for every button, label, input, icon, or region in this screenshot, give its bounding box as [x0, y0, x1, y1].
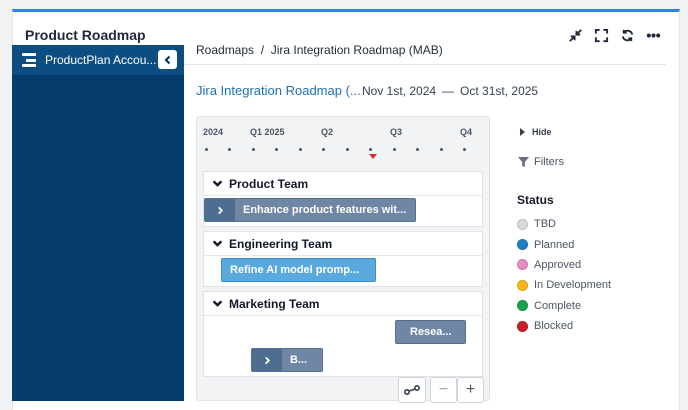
lane-header[interactable]: Marketing Team — [204, 292, 482, 316]
roadmap-bar[interactable]: Refine AI model promp... — [221, 258, 376, 282]
status-swatch — [517, 259, 528, 271]
lane-name: Engineering Team — [229, 236, 333, 251]
roadmap-bar[interactable]: Resea... — [395, 320, 466, 344]
lane-header[interactable]: Product Team — [204, 172, 482, 196]
refresh-icon[interactable] — [619, 27, 635, 43]
hide-legend-toggle[interactable]: Hide — [520, 127, 552, 137]
today-marker — [369, 154, 377, 159]
month-dot — [228, 148, 231, 151]
roadmap-date-range: Nov 1st, 2024 — Oct 31st, 2025 — [362, 84, 538, 98]
more-icon[interactable] — [645, 27, 661, 43]
month-dot — [369, 148, 372, 151]
status-legend-title: Status — [517, 193, 554, 207]
bar-label: Enhance product features wit... — [243, 204, 407, 216]
date-separator: — — [442, 84, 455, 98]
lane-name: Product Team — [229, 176, 309, 191]
month-dot — [463, 148, 466, 151]
chevron-left-icon — [163, 55, 170, 64]
legend-item-complete: Complete — [517, 296, 611, 316]
collapse-sidebar-button[interactable] — [158, 50, 177, 69]
caret-right-icon — [520, 128, 525, 136]
fullscreen-icon[interactable] — [593, 27, 609, 43]
legend-label: Complete — [534, 299, 582, 312]
legend-item-approved: Approved — [517, 255, 611, 275]
status-swatch — [517, 218, 528, 230]
legend-item-blocked: Blocked — [517, 316, 611, 336]
timeline-tick: Q3 — [390, 127, 403, 137]
zoom-in-button[interactable]: + — [457, 377, 484, 403]
status-swatch — [517, 300, 528, 312]
timeline-panel: 2024 Q1 2025 Q2 Q3 Q4 Product Team Enhan… — [196, 116, 490, 401]
widget-title: Product Roadmap — [25, 27, 146, 43]
chevron-right-icon — [217, 206, 223, 214]
month-dot — [275, 148, 278, 151]
bar-label: B... — [290, 354, 308, 366]
legend-label: TBD — [534, 218, 556, 231]
roadmap-bar[interactable]: Enhance product features wit... — [204, 198, 416, 222]
month-dot — [299, 148, 302, 151]
legend-item-planned: Planned — [517, 234, 611, 254]
legend-item-tbd: TBD — [517, 214, 611, 234]
status-swatch — [517, 320, 528, 332]
account-label: ProductPlan Accou... — [45, 53, 157, 67]
timeline-tick: 2024 — [203, 127, 224, 137]
productplan-logo-icon — [22, 53, 38, 67]
roadmap-title-link[interactable]: Jira Integration Roadmap (... — [196, 83, 361, 98]
bar-label: Refine AI model promp... — [230, 264, 360, 276]
bar-label: Resea... — [410, 326, 452, 338]
status-swatch — [517, 279, 528, 291]
chevron-down-icon — [212, 300, 223, 307]
sidebar: ProductPlan Accou... — [12, 45, 184, 401]
fit-timeline-icon — [403, 384, 421, 396]
roadmap-bar[interactable]: B... — [251, 348, 323, 372]
widget-toolbar — [567, 27, 661, 43]
timeline-tick: Q4 — [460, 127, 473, 137]
breadcrumb[interactable]: Roadmaps / Jira Integration Roadmap (MAB… — [196, 43, 443, 57]
month-dot — [252, 148, 255, 151]
expand-bar-button[interactable] — [205, 199, 235, 221]
chevron-down-icon — [212, 180, 223, 187]
filters-label: Filters — [534, 156, 564, 168]
month-dot — [393, 148, 396, 151]
start-date: Nov 1st, 2024 — [362, 84, 437, 98]
lane-header[interactable]: Engineering Team — [204, 232, 482, 256]
chevron-down-icon — [212, 240, 223, 247]
end-date: Oct 31st, 2025 — [460, 84, 539, 98]
zoom-fit-button[interactable] — [398, 377, 426, 403]
legend-item-in-development: In Development — [517, 275, 611, 295]
legend-label: In Development — [534, 279, 612, 292]
legend-label: Blocked — [534, 320, 574, 333]
month-dot — [440, 148, 443, 151]
filter-icon — [518, 156, 529, 167]
legend-label: Approved — [534, 258, 582, 271]
month-dot — [205, 148, 208, 151]
zoom-out-button[interactable]: − — [430, 377, 457, 403]
chevron-right-icon — [264, 356, 270, 364]
month-dot — [322, 148, 325, 151]
timeline-tick: Q1 2025 — [250, 127, 285, 137]
status-swatch — [517, 239, 528, 251]
hide-label: Hide — [532, 127, 552, 137]
collapse-arrows-icon[interactable] — [567, 27, 583, 43]
lane-name: Marketing Team — [229, 296, 320, 311]
legend-label: Planned — [534, 238, 575, 251]
timeline-tick: Q2 — [321, 127, 334, 137]
month-dot — [346, 148, 349, 151]
filters-button[interactable]: Filters — [518, 156, 564, 168]
status-legend: TBD Planned Approved In Development Comp… — [517, 214, 611, 336]
month-dot — [416, 148, 419, 151]
breadcrumb-divider — [184, 64, 666, 65]
expand-bar-button[interactable] — [252, 349, 282, 371]
